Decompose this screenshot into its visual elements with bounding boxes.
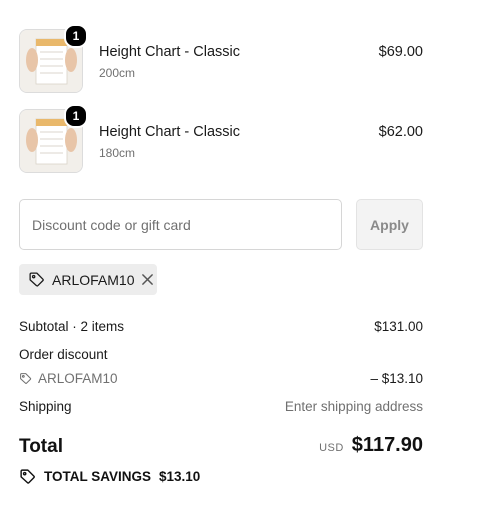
- discount-code-row: ARLOFAM10: [19, 371, 118, 386]
- quantity-badge: 1: [64, 104, 88, 128]
- total-amount: $117.90: [351, 434, 423, 456]
- total-amount-group: USD $117.90: [319, 434, 423, 457]
- currency-code: USD: [319, 442, 344, 454]
- close-icon[interactable]: [141, 273, 154, 286]
- discount-code-text: ARLOFAM10: [38, 371, 118, 386]
- tag-icon: [19, 468, 36, 485]
- order-discount-label: Order discount: [19, 347, 108, 362]
- applied-discount-code: ARLOFAM10: [52, 271, 135, 288]
- discount-code-input[interactable]: [19, 199, 342, 250]
- shipping-value: Enter shipping address: [284, 399, 423, 414]
- subtotal-label: Subtotal · 2 items: [19, 319, 125, 334]
- shipping-label: Shipping: [19, 399, 72, 414]
- total-savings-label: TOTAL SAVINGS: [44, 469, 152, 484]
- product-variant: 180cm: [99, 146, 136, 160]
- subtotal-value: $131.00: [374, 319, 423, 334]
- product-thumbnail: 1: [19, 104, 88, 173]
- total-label: Total: [19, 436, 63, 457]
- product-name: Height Chart - Classic: [99, 44, 241, 60]
- product-price: $62.00: [378, 124, 423, 140]
- product-thumbnail: 1: [19, 24, 88, 93]
- product-variant: 200cm: [99, 66, 136, 80]
- tag-icon: [19, 372, 32, 385]
- tag-icon: [28, 271, 45, 288]
- quantity-badge: 1: [64, 24, 88, 48]
- discount-value: – $13.10: [370, 371, 423, 386]
- apply-button[interactable]: Apply: [356, 199, 423, 250]
- applied-discount-chip: ARLOFAM10: [19, 264, 157, 295]
- total-savings-value: $13.10: [159, 469, 201, 484]
- total-savings: TOTAL SAVINGS $13.10: [19, 468, 200, 485]
- product-name: Height Chart - Classic: [99, 124, 241, 140]
- product-price: $69.00: [378, 44, 423, 60]
